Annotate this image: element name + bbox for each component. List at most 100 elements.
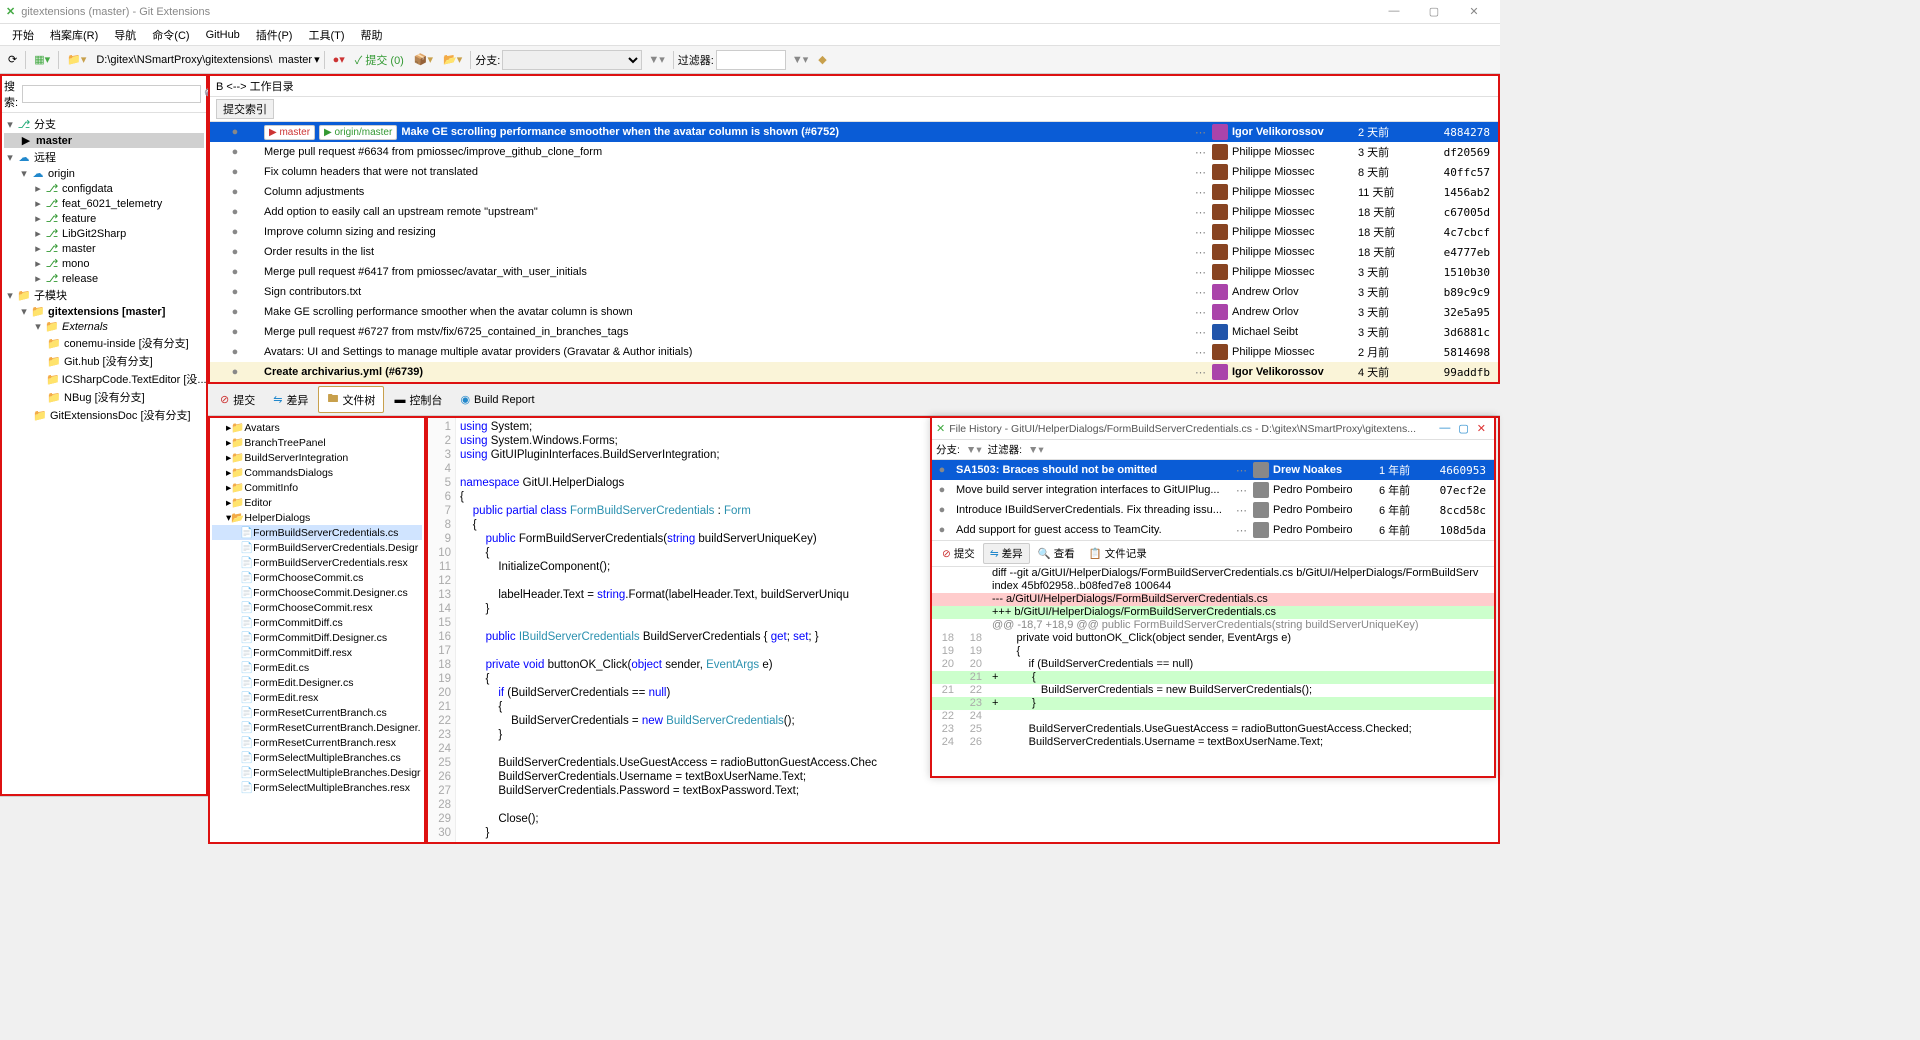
commit-menu-icon[interactable]: ⋯ (1189, 246, 1212, 259)
folder-item[interactable]: ▸📁BuildServerIntegration (212, 450, 422, 465)
diamond-icon[interactable]: ◆ (814, 51, 830, 68)
commit-menu-icon[interactable]: ⋯ (1189, 366, 1212, 379)
commit-row[interactable]: ● Add option to easily call an upstream … (210, 202, 1498, 222)
fh-commit-menu-icon[interactable]: ⋯ (1230, 524, 1253, 537)
fh-commit-menu-icon[interactable]: ⋯ (1230, 504, 1253, 517)
repo-button[interactable]: ▦▾ (30, 51, 54, 68)
folder-icon[interactable]: 📁▾ (63, 51, 90, 68)
fh-tab-diff[interactable]: ⇋差异 (983, 543, 1030, 564)
fh-close-button[interactable]: ✕ (1477, 422, 1486, 435)
file-item[interactable]: 📄FormResetCurrentBranch.resx (212, 735, 422, 750)
tab-diff[interactable]: ⇋差异 (265, 389, 316, 411)
search-input[interactable] (22, 85, 201, 103)
commit-menu-icon[interactable]: ⋯ (1189, 206, 1212, 219)
commit-menu-icon[interactable]: ⋯ (1189, 146, 1212, 159)
file-item[interactable]: 📄FormChooseCommit.Designer.cs (212, 585, 422, 600)
open-folder-button[interactable]: 📂▾ (439, 51, 466, 68)
commit-row[interactable]: ● ▶ master▶ origin/masterMake GE scrolli… (210, 122, 1498, 142)
remote-branch[interactable]: ▸⎇configdata (4, 181, 204, 196)
fh-commit-menu-icon[interactable]: ⋯ (1230, 464, 1253, 477)
remote-branch[interactable]: ▸⎇feature (4, 211, 204, 226)
commits-list[interactable]: ● ▶ master▶ origin/masterMake GE scrolli… (210, 122, 1498, 382)
fh-tab-filehistory[interactable]: 📋文件记录 (1083, 543, 1153, 564)
tab-filetree[interactable]: 🖿文件树 (318, 386, 384, 413)
stash-button[interactable]: 📦▾ (410, 51, 437, 68)
fh-filter-dropdown[interactable]: ▼▾ (1028, 444, 1044, 456)
refresh-button[interactable]: ⟳ (4, 51, 21, 68)
branches-root[interactable]: ▾⎇分支 (4, 115, 204, 133)
file-item[interactable]: 📄FormBuildServerCredentials.resx (212, 555, 422, 570)
remote-branch[interactable]: ▸⎇LibGit2Sharp (4, 226, 204, 241)
file-item[interactable]: 📄FormCommitDiff.resx (212, 645, 422, 660)
remote-branch[interactable]: ▸⎇feat_6021_telemetry (4, 196, 204, 211)
menu-navigation[interactable]: 导航 (106, 27, 144, 43)
menu-plugins[interactable]: 插件(P) (248, 27, 301, 43)
remote-branch[interactable]: ▸⎇mono (4, 256, 204, 271)
file-item[interactable]: 📄FormChooseCommit.cs (212, 570, 422, 585)
commit-row[interactable]: ● Create archivarius.yml (#6739) ⋯ Igor … (210, 362, 1498, 382)
file-item[interactable]: 📄FormSelectMultipleBranches.resx (212, 780, 422, 795)
folder-item[interactable]: ▸📁BranchTreePanel (212, 435, 422, 450)
tab-console[interactable]: ▬控制台 (386, 389, 450, 411)
commit-row[interactable]: ● Merge pull request #6634 from pmiossec… (210, 142, 1498, 162)
commit-row[interactable]: ● Sign contributors.txt ⋯ Andrew Orlov 3… (210, 282, 1498, 302)
folder-item[interactable]: ▸📁Editor (212, 495, 422, 510)
menu-help[interactable]: 帮助 (353, 27, 391, 43)
file-item[interactable]: 📄FormEdit.resx (212, 690, 422, 705)
file-item[interactable]: 📄FormSelectMultipleBranches.cs (212, 750, 422, 765)
filetree-panel[interactable]: ▸📁Avatars▸📁BranchTreePanel▸📁BuildServerI… (208, 416, 426, 844)
commit-menu-icon[interactable]: ⋯ (1189, 286, 1212, 299)
commit-menu-icon[interactable]: ⋯ (1189, 226, 1212, 239)
commit-button[interactable]: ✓ 提交 (0) (351, 50, 408, 70)
folder-helperdialogs[interactable]: ▾📂HelperDialogs (212, 510, 422, 525)
fh-tab-view[interactable]: 🔍查看 (1032, 543, 1081, 564)
submodules-root[interactable]: ▾📁子模块 (4, 286, 204, 304)
commit-row[interactable]: ● Order results in the list ⋯ Philippe M… (210, 242, 1498, 262)
commit-menu-icon[interactable]: ⋯ (1189, 306, 1212, 319)
filter-input[interactable] (716, 50, 786, 70)
commit-row[interactable]: ● Merge pull request #6417 from pmiossec… (210, 262, 1498, 282)
fh-commit-row[interactable]: ● Introduce IBuildServerCredentials. Fix… (932, 500, 1494, 520)
menu-commands[interactable]: 命令(C) (144, 27, 197, 43)
commit-row[interactable]: ● Make GE scrolling performance smoother… (210, 302, 1498, 322)
commit-row[interactable]: ● Merge pull request #6727 from mstv/fix… (210, 322, 1498, 342)
fh-commit-row[interactable]: ● Add support for guest access to TeamCi… (932, 520, 1494, 540)
tab-build[interactable]: ◉Build Report (452, 390, 542, 409)
fh-tab-commit[interactable]: ⊘提交 (936, 543, 981, 564)
menu-github[interactable]: GitHub (198, 29, 248, 41)
fetch-button[interactable]: ●▾ (329, 51, 349, 68)
fh-maximize-button[interactable]: ▢ (1458, 422, 1468, 435)
close-button[interactable]: ✕ (1454, 5, 1494, 18)
submodule-item[interactable]: 📁GitExtensionsDoc [没有分支] (4, 406, 204, 424)
remote-branch[interactable]: ▸⎇release (4, 271, 204, 286)
tab-commit[interactable]: ⊘提交 (212, 389, 263, 411)
branch-select[interactable] (502, 50, 642, 70)
commit-row[interactable]: ● Improve column sizing and resizing ⋯ P… (210, 222, 1498, 242)
file-item[interactable]: 📄FormEdit.Designer.cs (212, 675, 422, 690)
file-item[interactable]: 📄FormChooseCommit.resx (212, 600, 422, 615)
fh-minimize-button[interactable]: — (1439, 422, 1450, 435)
submodule-item[interactable]: 📁NBug [没有分支] (4, 388, 204, 406)
submodule-item[interactable]: 📁ICSharpCode.TextEditor [没... (4, 370, 204, 388)
commit-menu-icon[interactable]: ⋯ (1189, 186, 1212, 199)
submodule-item[interactable]: 📁Git.hub [没有分支] (4, 352, 204, 370)
fh-commit-menu-icon[interactable]: ⋯ (1230, 484, 1253, 497)
minimize-button[interactable]: — (1374, 5, 1414, 18)
remote-branch[interactable]: ▸⎇master (4, 241, 204, 256)
commit-menu-icon[interactable]: ⋯ (1189, 166, 1212, 179)
menu-start[interactable]: 开始 (4, 27, 42, 43)
commit-row[interactable]: ● Fix column headers that were not trans… (210, 162, 1498, 182)
file-item-selected[interactable]: 📄FormBuildServerCredentials.cs (212, 525, 422, 540)
file-item[interactable]: 📄FormBuildServerCredentials.Desigr (212, 540, 422, 555)
commit-menu-icon[interactable]: ⋯ (1189, 266, 1212, 279)
commit-menu-icon[interactable]: ⋯ (1189, 346, 1212, 359)
branch-filter-icon[interactable]: ▼▾ (644, 51, 668, 68)
fh-commits-list[interactable]: ● SA1503: Braces should not be omitted ⋯… (932, 460, 1494, 540)
file-item[interactable]: 📄FormCommitDiff.cs (212, 615, 422, 630)
maximize-button[interactable]: ▢ (1414, 5, 1454, 18)
commit-menu-icon[interactable]: ⋯ (1189, 326, 1212, 339)
file-item[interactable]: 📄FormSelectMultipleBranches.Desigr (212, 765, 422, 780)
menu-archive[interactable]: 档案库(R) (42, 27, 106, 43)
file-item[interactable]: 📄FormEdit.cs (212, 660, 422, 675)
filter-settings-icon[interactable]: ▼▾ (788, 51, 812, 68)
